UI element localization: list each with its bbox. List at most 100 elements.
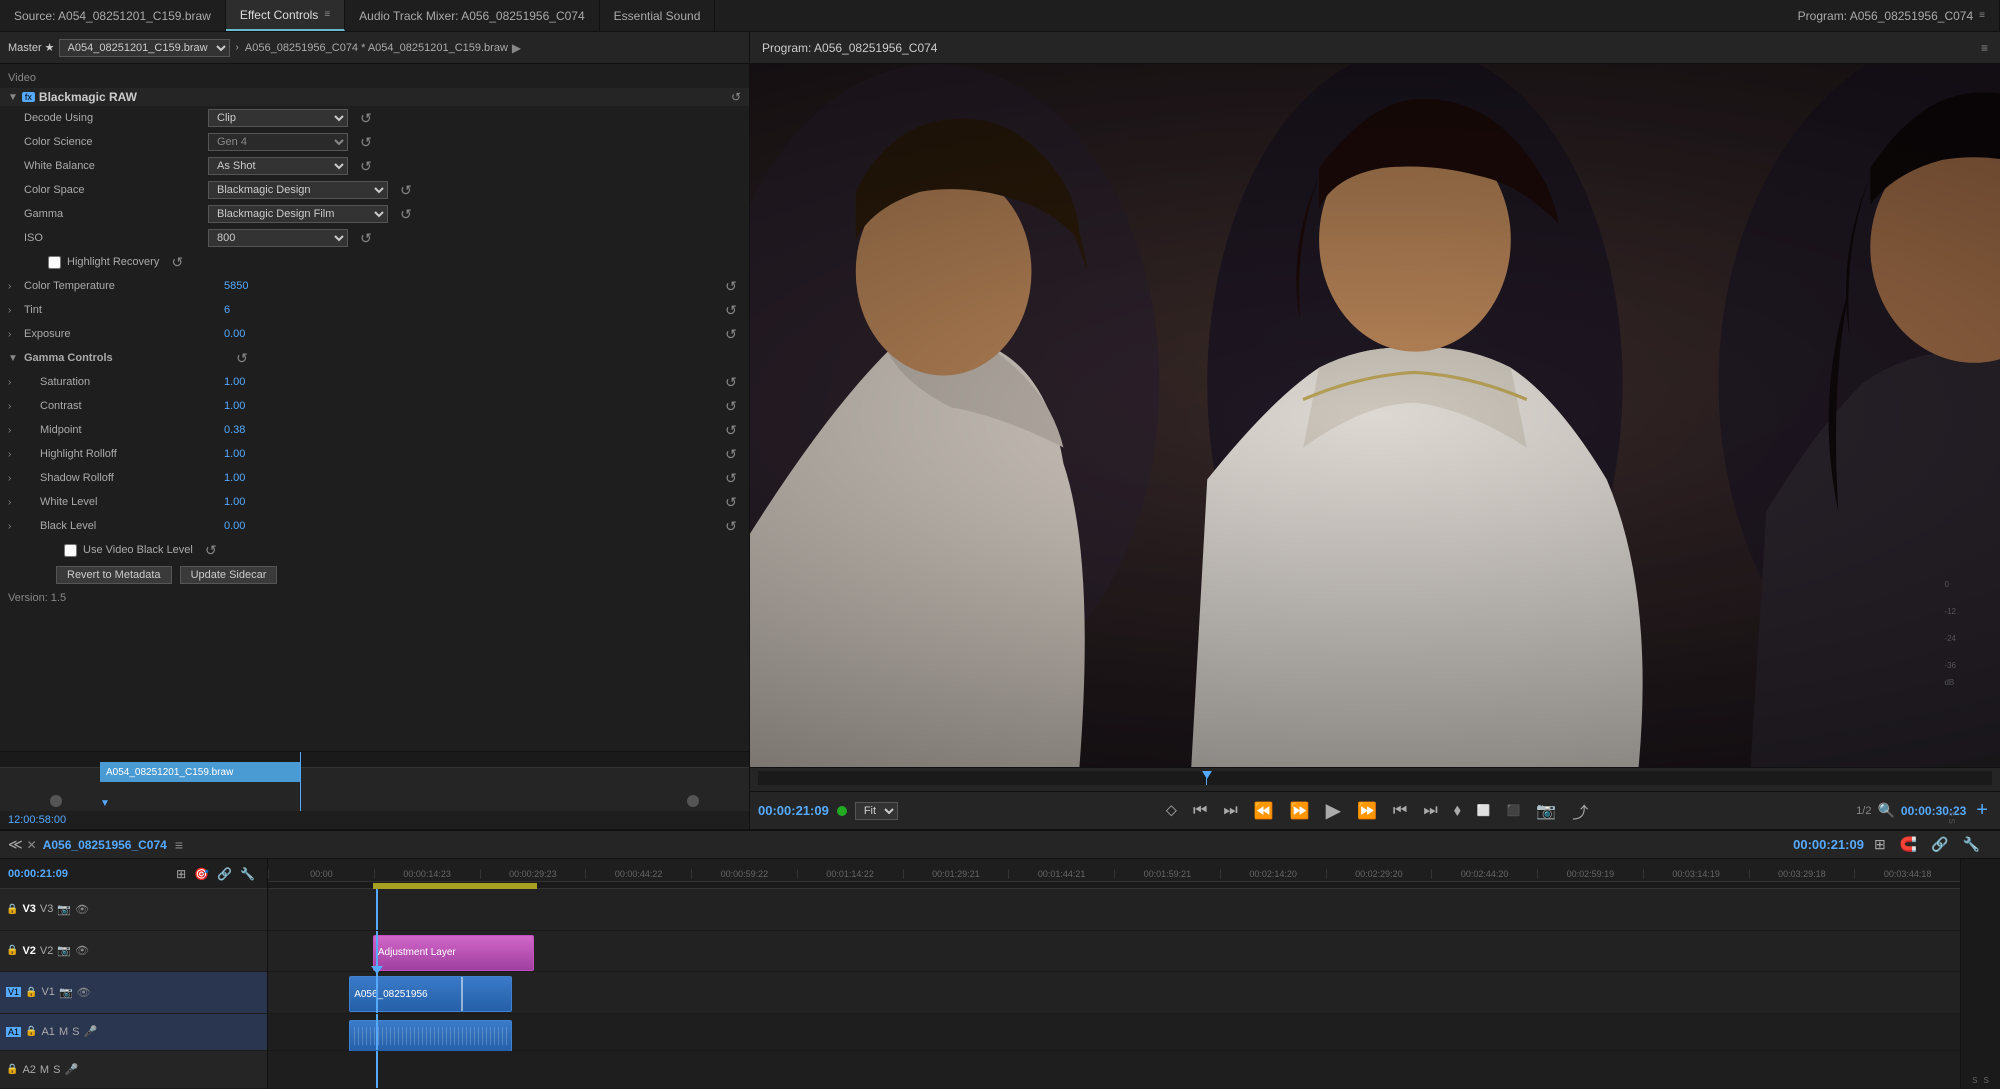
- white-balance-reset[interactable]: ↺: [356, 158, 376, 175]
- fit-select[interactable]: Fit: [855, 802, 898, 820]
- snap-button[interactable]: 🧲: [1896, 834, 1921, 855]
- zoom-icon[interactable]: 🔍: [1877, 802, 1894, 819]
- color-space-select[interactable]: Blackmagic Design: [208, 181, 388, 199]
- timeline-collapse-button[interactable]: ≪: [8, 836, 23, 853]
- program-header-menu-icon[interactable]: ≡: [1981, 41, 1988, 55]
- scroll-handle-left[interactable]: [50, 795, 62, 807]
- track-a2-lock-icon[interactable]: 🔒: [6, 1064, 18, 1075]
- gamma-reset[interactable]: ↺: [396, 206, 416, 223]
- audio-clip-a1[interactable]: [349, 1020, 511, 1052]
- tl-link-btn[interactable]: 🔗: [213, 865, 236, 883]
- hr-rolloff-chevron[interactable]: ›: [8, 449, 24, 460]
- adjustment-layer-clip[interactable]: Adjustment Layer: [373, 935, 534, 971]
- color-science-reset[interactable]: ↺: [356, 134, 376, 151]
- exposure-reset[interactable]: ↺: [721, 326, 741, 343]
- color-temp-chevron[interactable]: ›: [8, 281, 24, 292]
- revert-to-metadata-button[interactable]: Revert to Metadata: [56, 566, 172, 584]
- tint-value[interactable]: 6: [224, 304, 713, 316]
- black-level-value[interactable]: 0.00: [224, 520, 713, 532]
- track-v2-lock-icon[interactable]: 🔒: [6, 945, 18, 956]
- midpoint-value[interactable]: 0.38: [224, 424, 713, 436]
- track-v1-camera-icon[interactable]: 📷: [59, 986, 73, 999]
- midpoint-chevron[interactable]: ›: [8, 425, 24, 436]
- track-v3-camera-icon[interactable]: 📷: [57, 903, 71, 916]
- step-out-button[interactable]: ⏩: [1353, 799, 1381, 823]
- tab-audio-mixer[interactable]: Audio Track Mixer: A056_08251956_C074: [345, 0, 600, 31]
- white-level-reset[interactable]: ↺: [721, 494, 741, 511]
- go-to-in-button[interactable]: ⏪: [1250, 799, 1278, 823]
- midpoint-reset[interactable]: ↺: [721, 422, 741, 439]
- mark-out-button[interactable]: ⬧: [1450, 800, 1465, 822]
- highlight-recovery-reset[interactable]: ↺: [167, 254, 187, 271]
- uvbl-reset[interactable]: ↺: [201, 542, 221, 559]
- contrast-reset[interactable]: ↺: [721, 398, 741, 415]
- white-balance-select[interactable]: As Shot: [208, 157, 348, 175]
- step-in-button[interactable]: ⏩: [1286, 799, 1314, 823]
- track-a1-mic-icon[interactable]: 🎤: [83, 1025, 97, 1038]
- track-v1-eye-icon[interactable]: 👁: [77, 986, 91, 999]
- black-level-chevron[interactable]: ›: [8, 521, 24, 532]
- tab-menu-icon[interactable]: ≡: [324, 9, 330, 20]
- fx-collapse-icon[interactable]: ▼: [8, 92, 18, 103]
- gamma-select[interactable]: Blackmagic Design Film: [208, 205, 388, 223]
- decode-using-select[interactable]: Clip: [208, 109, 348, 127]
- tl-nest-btn[interactable]: ⊞: [172, 865, 190, 883]
- shadow-rolloff-reset[interactable]: ↺: [721, 470, 741, 487]
- export-button[interactable]: ⤴: [1568, 797, 1592, 825]
- contrast-value[interactable]: 1.00: [224, 400, 713, 412]
- track-a1-lock-icon[interactable]: 🔒: [25, 1026, 37, 1037]
- iso-reset[interactable]: ↺: [356, 230, 376, 247]
- nest-icon-button[interactable]: ⊞: [1870, 834, 1890, 855]
- track-a2-mic-icon[interactable]: 🎤: [64, 1063, 78, 1076]
- tab-program[interactable]: Program: A056_08251956_C074 ≡: [1784, 0, 2000, 31]
- use-video-black-level-checkbox[interactable]: [64, 544, 77, 557]
- shadow-rolloff-chevron[interactable]: ›: [8, 473, 24, 484]
- tl-settings-btn[interactable]: 🔧: [236, 865, 259, 883]
- track-v2-eye-icon[interactable]: 👁: [75, 944, 89, 957]
- color-temp-reset[interactable]: ↺: [721, 278, 741, 295]
- shadow-rolloff-value[interactable]: 1.00: [224, 472, 713, 484]
- wrench-button[interactable]: 🔧: [1959, 834, 1984, 855]
- play-button[interactable]: ▶: [1322, 796, 1345, 825]
- prev-frame-button[interactable]: ⏭: [1219, 800, 1241, 822]
- exposure-value[interactable]: 0.00: [224, 328, 713, 340]
- insert-button[interactable]: ⬜: [1473, 802, 1495, 819]
- saturation-reset[interactable]: ↺: [721, 374, 741, 391]
- mark-in-button[interactable]: ⬦: [1162, 800, 1181, 822]
- camera-button[interactable]: 📷: [1532, 799, 1560, 823]
- overwrite-button[interactable]: ⬛: [1503, 802, 1525, 819]
- black-level-reset[interactable]: ↺: [721, 518, 741, 535]
- ripple-button[interactable]: 🔗: [1927, 834, 1952, 855]
- scroll-handle-right[interactable]: [687, 795, 699, 807]
- tl-snap-btn[interactable]: 🎯: [190, 865, 213, 883]
- gamma-controls-chevron[interactable]: ▼: [8, 353, 24, 364]
- go-to-out-button[interactable]: ⏮: [1389, 800, 1411, 822]
- highlight-rolloff-reset[interactable]: ↺: [721, 446, 741, 463]
- tab-effect-controls[interactable]: Effect Controls ≡: [226, 0, 345, 31]
- color-temp-value[interactable]: 5850: [224, 280, 713, 292]
- step-back-button[interactable]: ⏮: [1189, 800, 1211, 822]
- fx-reset-icon[interactable]: ↺: [731, 90, 741, 104]
- saturation-value[interactable]: 1.00: [224, 376, 713, 388]
- next-frame-button[interactable]: ⏭: [1419, 800, 1441, 822]
- color-science-select[interactable]: Gen 4: [208, 133, 348, 151]
- add-button[interactable]: +: [1972, 797, 1992, 824]
- color-space-reset[interactable]: ↺: [396, 182, 416, 199]
- tab-essential-sound[interactable]: Essential Sound: [600, 0, 716, 31]
- track-v1-lock-icon[interactable]: 🔒: [25, 987, 37, 998]
- track-v2-camera-icon[interactable]: 📷: [57, 944, 71, 957]
- exposure-chevron[interactable]: ›: [8, 329, 24, 340]
- decode-using-reset[interactable]: ↺: [356, 110, 376, 127]
- saturation-chevron[interactable]: ›: [8, 377, 24, 388]
- clip-bar[interactable]: A054_08251201_C159.braw: [100, 762, 300, 782]
- gamma-controls-reset[interactable]: ↺: [232, 350, 252, 367]
- timeline-menu-icon[interactable]: ≡: [175, 837, 183, 853]
- track-v3-eye-icon[interactable]: 👁: [75, 903, 89, 916]
- program-menu-icon[interactable]: ≡: [1979, 10, 1985, 21]
- iso-select[interactable]: 800: [208, 229, 348, 247]
- highlight-recovery-checkbox[interactable]: [48, 256, 61, 269]
- tint-reset[interactable]: ↺: [721, 302, 741, 319]
- timeline-close-button[interactable]: ✕: [27, 838, 37, 852]
- tab-source[interactable]: Source: A054_08251201_C159.braw: [0, 0, 226, 31]
- tint-chevron[interactable]: ›: [8, 305, 24, 316]
